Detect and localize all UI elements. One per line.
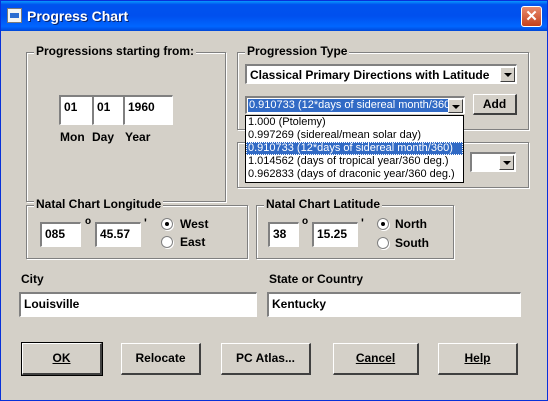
dropdown-item[interactable]: 0.997269 (sidereal/mean solar day) <box>246 129 463 142</box>
secondary-select[interactable] <box>470 152 516 172</box>
minute-symbol: ' <box>144 216 147 230</box>
start-date-group-label: Progressions starting from: <box>34 44 197 58</box>
south-label: South <box>395 236 429 250</box>
title-bar[interactable]: Progress Chart ✕ <box>1 1 547 31</box>
south-radio[interactable] <box>377 237 389 249</box>
chevron-down-icon[interactable] <box>448 99 463 113</box>
longitude-group-label: Natal Chart Longitude <box>34 197 164 211</box>
window-title: Progress Chart <box>27 8 129 24</box>
key-select-value: 0.910733 (12*days of sidereal month/360) <box>248 99 455 112</box>
degree-symbol: o <box>302 216 309 227</box>
close-icon: ✕ <box>525 8 538 25</box>
day-field[interactable]: 01 <box>92 95 124 125</box>
state-label: State or Country <box>269 272 364 286</box>
latitude-group: Natal Chart Latitude 38 o 15.25 ' North … <box>256 197 454 259</box>
key-select[interactable]: 0.910733 (12*days of sidereal month/360) <box>245 96 465 114</box>
dialog-body: Progressions starting from: 01 01 1960 M… <box>4 31 544 397</box>
add-button[interactable]: Add <box>473 94 517 115</box>
dropdown-item-selected[interactable]: 0.910733 (12*days of sidereal month/360) <box>246 142 463 155</box>
longitude-group: Natal Chart Longitude 085 o 45.57 ' West… <box>26 197 248 259</box>
longitude-minutes-field[interactable]: 45.57 <box>95 222 141 247</box>
progression-type-select[interactable]: Classical Primary Directions with Latitu… <box>245 64 517 84</box>
cancel-button[interactable]: Cancel <box>333 343 419 375</box>
ok-button[interactable]: OK <box>21 342 103 376</box>
month-field[interactable]: 01 <box>59 95 93 125</box>
start-date-group: Progressions starting from: 01 01 1960 M… <box>26 44 226 202</box>
month-caption: Mon <box>60 130 85 144</box>
year-field[interactable]: 1960 <box>123 95 173 125</box>
year-caption: Year <box>125 130 151 144</box>
east-label: East <box>180 235 206 249</box>
longitude-degrees-field[interactable]: 085 <box>40 222 81 247</box>
chevron-down-icon[interactable] <box>499 155 514 170</box>
city-field[interactable]: Louisville <box>19 292 257 317</box>
help-button[interactable]: Help <box>438 343 518 375</box>
north-radio[interactable] <box>377 218 389 230</box>
degree-symbol: o <box>85 216 92 227</box>
pc-atlas-button[interactable]: PC Atlas... <box>221 343 311 375</box>
north-label: North <box>395 217 427 231</box>
minute-symbol: ' <box>361 216 364 230</box>
close-button[interactable]: ✕ <box>521 6 542 27</box>
chevron-down-icon[interactable] <box>500 67 515 82</box>
east-radio[interactable] <box>161 236 173 248</box>
dropdown-item[interactable]: 0.962833 (days of draconic year/360 deg.… <box>246 168 463 181</box>
dropdown-item[interactable]: 1.000 (Ptolemy) <box>246 116 463 129</box>
latitude-group-label: Natal Chart Latitude <box>264 197 383 211</box>
app-icon <box>7 8 22 23</box>
relocate-button[interactable]: Relocate <box>121 343 201 375</box>
progression-type-label: Progression Type <box>245 44 350 58</box>
progress-chart-dialog: Progress Chart ✕ Progressions starting f… <box>0 0 548 401</box>
state-field[interactable]: Kentucky <box>267 292 521 317</box>
latitude-degrees-field[interactable]: 38 <box>268 222 299 247</box>
west-label: West <box>180 217 209 231</box>
latitude-minutes-field[interactable]: 15.25 <box>312 222 358 247</box>
key-dropdown-list[interactable]: 1.000 (Ptolemy) 0.997269 (sidereal/mean … <box>245 115 464 183</box>
dropdown-item[interactable]: 1.014562 (days of tropical year/360 deg.… <box>246 155 463 168</box>
west-radio[interactable] <box>161 218 173 230</box>
progression-type-value: Classical Primary Directions with Latitu… <box>250 68 490 82</box>
city-label: City <box>21 272 44 286</box>
day-caption: Day <box>92 130 115 144</box>
